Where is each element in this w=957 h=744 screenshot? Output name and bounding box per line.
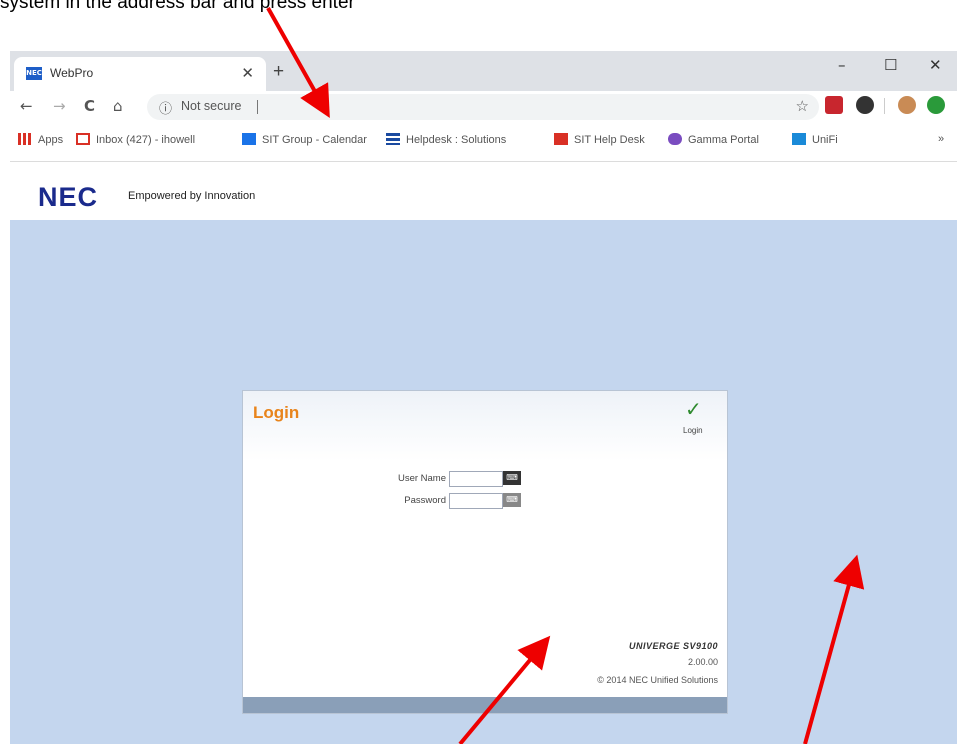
login-panel: Login ✓ Login User Name ⌨ Password ⌨ UNI… [242, 390, 728, 714]
not-secure-label: Not secure [181, 99, 242, 113]
forward-arrow-icon[interactable]: → [53, 97, 66, 115]
maximize-button[interactable]: ☐ [884, 56, 897, 74]
helpdesk-icon [386, 133, 400, 145]
home-icon[interactable]: ⌂ [113, 97, 123, 115]
browser-tab-bar: NEC WebPro ✕ + – ☐ ✕ [10, 51, 957, 91]
bookmark-label: Gamma Portal [688, 134, 759, 146]
bookmark-sit-help-desk[interactable]: SIT Help Desk [554, 133, 645, 146]
login-footer-bar [243, 697, 727, 713]
instruction-text: system in the address bar and press ente… [0, 0, 355, 13]
back-arrow-icon[interactable]: ← [20, 97, 33, 115]
gmail-icon [76, 133, 90, 145]
bookmark-calendar[interactable]: SIT Group - Calendar [242, 133, 367, 146]
extension-green-icon[interactable] [927, 96, 945, 114]
close-tab-icon[interactable]: ✕ [241, 64, 254, 82]
address-bar[interactable]: ⓘ Not secure ☆ [147, 94, 819, 120]
unifi-icon [792, 133, 806, 145]
info-icon[interactable]: ⓘ [159, 98, 172, 117]
new-tab-button[interactable]: + [273, 61, 284, 83]
extension-red-icon[interactable] [825, 96, 843, 114]
tab-title: WebPro [50, 66, 94, 80]
toolbar-divider [884, 98, 885, 114]
minimize-button[interactable]: – [838, 56, 846, 74]
login-title: Login [253, 403, 300, 422]
keyboard-icon[interactable]: ⌨ [503, 493, 521, 507]
keyboard-icon[interactable]: ⌨ [503, 471, 521, 485]
more-bookmarks-icon[interactable]: » [938, 133, 944, 145]
browser-nav-bar: ← → C ⌂ ⓘ Not secure ☆ [10, 91, 957, 123]
bookmark-helpdesk[interactable]: Helpdesk : Solutions [386, 133, 506, 146]
helpdesk-red-icon [554, 133, 568, 145]
gamma-icon [668, 133, 682, 145]
profile-avatar[interactable] [898, 96, 916, 114]
nec-favicon-icon: NEC [26, 67, 42, 80]
login-header [243, 391, 727, 461]
nec-logo: NEC [38, 182, 99, 212]
product-logo: UNIVERGE SV9100 [628, 641, 718, 651]
password-input[interactable] [449, 493, 503, 509]
password-label: Password [404, 495, 446, 506]
login-button[interactable]: Login [683, 426, 703, 435]
bookmark-unifi[interactable]: UniFi [792, 133, 838, 146]
bookmark-label: Apps [38, 134, 64, 146]
extension-clock-icon[interactable] [856, 96, 874, 114]
bookmark-label: SIT Help Desk [574, 134, 645, 146]
reload-icon[interactable]: C [84, 97, 95, 115]
address-caret [257, 100, 258, 114]
username-input[interactable] [449, 471, 503, 487]
bookmark-inbox[interactable]: Inbox (427) - ihowell [76, 133, 195, 146]
bookmark-gamma-portal[interactable]: Gamma Portal [668, 133, 759, 146]
browser-tab[interactable]: NEC WebPro ✕ [14, 57, 266, 91]
apps-icon [18, 133, 32, 145]
header-tagline: Empowered by Innovation [128, 190, 256, 202]
bookmark-star-icon[interactable]: ☆ [796, 97, 809, 115]
bookmark-label: Inbox (427) - ihowell [96, 134, 196, 146]
copyright-text: © 2014 NEC Unified Solutions [597, 675, 718, 685]
version-label: 2.00.00 [687, 657, 718, 667]
bookmark-label: SIT Group - Calendar [262, 134, 367, 146]
login-check-icon[interactable]: ✓ [685, 397, 702, 421]
calendar-icon [242, 133, 256, 145]
bookmarks-bar: Apps Inbox (427) - ihowell SIT Group - C… [10, 123, 957, 162]
bookmark-apps[interactable]: Apps [18, 133, 63, 146]
bookmark-label: Helpdesk : Solutions [406, 134, 507, 146]
site-header: NEC Empowered by Innovation [10, 162, 957, 220]
username-label: User Name [397, 473, 446, 484]
bookmark-label: UniFi [812, 134, 838, 146]
close-window-button[interactable]: ✕ [929, 56, 942, 74]
